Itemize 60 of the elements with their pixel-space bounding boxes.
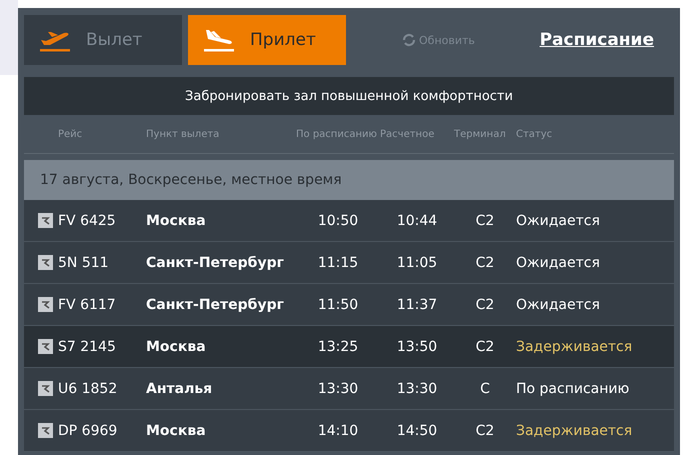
flight-number: U6 1852: [58, 380, 118, 396]
flight-status: По расписанию: [516, 380, 630, 396]
airline-logo-icon: [38, 213, 53, 228]
city-name: Анталья: [146, 380, 214, 396]
booking-bar[interactable]: Забронировать зал повышенной комфортности: [24, 77, 674, 115]
airline-logo-icon: [38, 255, 53, 270]
scheduled-time: 10:50: [316, 212, 360, 228]
city-name: Санкт-Петербург: [146, 296, 285, 312]
column-header: Статус: [516, 128, 554, 140]
date-row: 17 августа, Воскресенье, местное время: [24, 160, 674, 200]
flight-row[interactable]: S7 2145 Москва 13:25 13:50 C2 Задерживается: [24, 326, 674, 368]
scheduled-time: 11:15: [316, 254, 360, 270]
flight-row[interactable]: U6 1852 Анталья 13:30 13:30 C По расписанию: [24, 368, 674, 410]
terminal-code: C2: [474, 422, 496, 438]
column-header: По расписанию: [296, 128, 378, 140]
flight-tab[interactable]: Прилет: [188, 15, 346, 65]
city-name: Москва: [146, 338, 207, 354]
flight-number: 5N 511: [58, 254, 110, 270]
flight-row[interactable]: 5N 511 Санкт-Петербург 11:15 11:05 C2 Ожидается: [24, 242, 674, 284]
flight-row[interactable]: DP 6969 Москва 14:10 14:50 C2 Задерживается: [24, 410, 674, 452]
refresh-icon: [402, 33, 416, 47]
column-header: Рейс: [58, 128, 84, 140]
airline-logo-icon: [38, 381, 53, 396]
flight-status: Задерживается: [516, 338, 634, 354]
flight-status: Ожидается: [516, 254, 601, 270]
flight-number: FV 6425: [58, 212, 117, 228]
schedule-link[interactable]: Расписание: [540, 30, 654, 50]
scheduled-time: 13:25: [316, 338, 360, 354]
scheduled-time: 14:10: [316, 422, 360, 438]
terminal-code: C2: [474, 212, 496, 228]
plane-landing-icon: [202, 28, 236, 52]
estimated-time: 14:50: [396, 422, 438, 438]
flight-number: DP 6969: [58, 422, 118, 438]
estimated-time: 10:44: [396, 212, 438, 228]
estimated-time: 13:50: [396, 338, 438, 354]
terminal-code: C2: [474, 254, 496, 270]
column-header: Расчетное: [380, 128, 436, 140]
city-name: Москва: [146, 212, 207, 228]
flight-status: Ожидается: [516, 212, 601, 228]
airline-logo-icon: [38, 339, 53, 354]
terminal-code: C: [479, 380, 491, 396]
city-name: Санкт-Петербург: [146, 254, 285, 270]
city-name: Москва: [146, 422, 207, 438]
flight-row[interactable]: FV 6425 Москва 10:50 10:44 C2 Ожидается: [24, 200, 674, 242]
terminal-code: C2: [474, 338, 496, 354]
flight-number: S7 2145: [58, 338, 117, 354]
estimated-time: 11:05: [396, 254, 438, 270]
terminal-code: C2: [474, 296, 496, 312]
flight-status: Ожидается: [516, 296, 601, 312]
column-header: Пункт вылета: [146, 128, 220, 140]
estimated-time: 13:30: [396, 380, 438, 396]
column-header: Терминал: [454, 128, 507, 140]
airline-logo-icon: [38, 297, 53, 312]
flight-row[interactable]: FV 6117 Санкт-Петербург 11:50 11:37 C2 Ожидается: [24, 284, 674, 326]
airline-logo-icon: [38, 423, 53, 438]
scheduled-time: 11:50: [316, 296, 360, 312]
scheduled-time: 13:30: [316, 380, 360, 396]
estimated-time: 11:37: [396, 296, 438, 312]
flight-number: FV 6117: [58, 296, 117, 312]
flight-status: Задерживается: [516, 422, 634, 438]
